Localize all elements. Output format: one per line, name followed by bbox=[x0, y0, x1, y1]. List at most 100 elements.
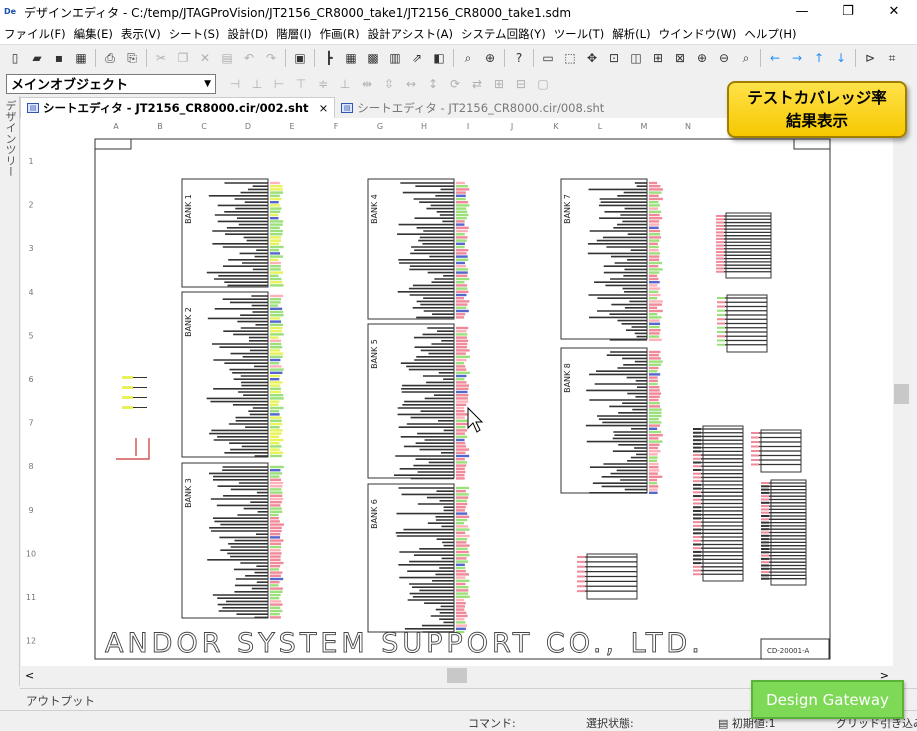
output-tab[interactable]: アウトプット bbox=[26, 694, 95, 708]
component-icon[interactable]: ▣ bbox=[291, 49, 309, 67]
check-icon[interactable]: ◧ bbox=[430, 49, 448, 67]
sheet-canvas[interactable]: ABCDEFGHIJKLMN 1 2 3 4 5 6 7 8 9 10 11 12 BANK 1 BAN… bbox=[21, 118, 893, 666]
tab-sheet-008[interactable]: ▤ シートエディタ - JT2156_CR8000.cir/008.sht bbox=[335, 97, 610, 118]
menu-design[interactable]: 設計(D) bbox=[223, 26, 272, 42]
copy-icon[interactable]: ❐ bbox=[174, 49, 192, 67]
coverage-marker bbox=[716, 228, 724, 231]
align-center-icon[interactable]: ⊥ bbox=[248, 75, 266, 93]
zoom-icon[interactable]: ⌕ bbox=[737, 49, 755, 67]
close-button[interactable]: ✕ bbox=[871, 0, 917, 24]
tab-close-icon[interactable]: × bbox=[319, 101, 329, 115]
menu-file[interactable]: ファイル(F) bbox=[0, 26, 70, 42]
find-net-icon[interactable]: ⊕ bbox=[481, 49, 499, 67]
vertical-scrollbar[interactable] bbox=[893, 118, 910, 666]
object-select[interactable]: メインオブジェクト ▼ bbox=[6, 73, 216, 94]
pin-icon[interactable]: ⊳ bbox=[861, 49, 879, 67]
menu-view[interactable]: 表示(V) bbox=[117, 26, 165, 42]
paste-icon[interactable]: ▤ bbox=[218, 49, 236, 67]
new-file-icon[interactable]: ▯ bbox=[6, 49, 24, 67]
delete-icon[interactable]: ✕ bbox=[196, 49, 214, 67]
schematic-sheet[interactable]: ABCDEFGHIJKLMN 123456789101112 BANK 1BAN… bbox=[21, 118, 893, 666]
distribute-h-icon[interactable]: ⇹ bbox=[358, 75, 376, 93]
column-label: C bbox=[201, 122, 207, 131]
find-icon[interactable]: ⌕ bbox=[459, 49, 477, 67]
align-middle-icon[interactable]: ≑ bbox=[314, 75, 332, 93]
menu-draw[interactable]: 作画(R) bbox=[316, 26, 364, 42]
menu-hierarchy[interactable]: 階層(I) bbox=[272, 26, 315, 42]
zoom-window-icon[interactable]: ◫ bbox=[627, 49, 645, 67]
menu-system-circuit[interactable]: システム回路(Y) bbox=[457, 26, 550, 42]
restore-button[interactable]: ❐ bbox=[825, 0, 871, 24]
row-label: 8 bbox=[28, 462, 33, 471]
grid-icon[interactable]: ▩ bbox=[364, 49, 382, 67]
menu-help[interactable]: ヘルプ(H) bbox=[740, 26, 800, 42]
design-tree-tab[interactable]: デザインツリー bbox=[2, 100, 18, 190]
print-icon[interactable]: ⎙ bbox=[101, 49, 119, 67]
redo-icon[interactable]: ↷ bbox=[262, 49, 280, 67]
hierarchy-icon[interactable]: ┣ bbox=[320, 49, 338, 67]
arrow-up-icon[interactable]: ↑ bbox=[810, 49, 828, 67]
arrow-left-icon[interactable]: ← bbox=[766, 49, 784, 67]
move-icon[interactable]: ✥ bbox=[583, 49, 601, 67]
coverage-marker bbox=[649, 217, 663, 220]
table-icon[interactable]: ▦ bbox=[342, 49, 360, 67]
menu-analysis[interactable]: 解析(L) bbox=[608, 26, 654, 42]
flip-icon[interactable]: ⇄ bbox=[468, 75, 486, 93]
area-select-icon[interactable]: ⬚ bbox=[561, 49, 579, 67]
zoom-fit-icon[interactable]: ⊡ bbox=[605, 49, 623, 67]
open-folder-icon[interactable]: ▰ bbox=[28, 49, 46, 67]
coverage-marker bbox=[456, 563, 465, 566]
coverage-marker bbox=[270, 210, 281, 213]
coverage-marker bbox=[270, 229, 283, 233]
coverage-marker bbox=[270, 358, 281, 362]
zoom-out-icon[interactable]: ⊖ bbox=[715, 49, 733, 67]
column-label: I bbox=[467, 122, 469, 131]
help-icon[interactable]: ? bbox=[510, 49, 528, 67]
arrow-right-icon[interactable]: → bbox=[788, 49, 806, 67]
coverage-marker bbox=[456, 550, 469, 554]
cut-icon[interactable]: ✂ bbox=[152, 49, 170, 67]
bank-label: BANK 6 bbox=[370, 499, 379, 529]
print-preview-icon[interactable]: ⎘ bbox=[123, 49, 141, 67]
vertical-scroll-thumb[interactable] bbox=[894, 384, 909, 404]
align-bottom-icon[interactable]: ⊥ bbox=[336, 75, 354, 93]
zoom-area-icon[interactable]: ⊞ bbox=[649, 49, 667, 67]
coverage-marker bbox=[751, 450, 759, 452]
snap-grid-icon[interactable]: ⌗ bbox=[883, 49, 901, 67]
undo-icon[interactable]: ↶ bbox=[240, 49, 258, 67]
group-icon[interactable]: ⊞ bbox=[490, 75, 508, 93]
align-right-icon[interactable]: ⊢ bbox=[270, 75, 288, 93]
horizontal-scroll-thumb[interactable] bbox=[447, 668, 467, 683]
align-top-icon[interactable]: ⊤ bbox=[292, 75, 310, 93]
menu-design-assist[interactable]: 設計アシスト(A) bbox=[364, 26, 457, 42]
arrow-down-icon[interactable]: ↓ bbox=[832, 49, 850, 67]
export-icon[interactable]: ⇗ bbox=[408, 49, 426, 67]
frame-icon[interactable]: ▢ bbox=[534, 75, 552, 93]
coverage-marker bbox=[270, 552, 282, 555]
same-width-icon[interactable]: ↔ bbox=[402, 75, 420, 93]
column-label: E bbox=[289, 122, 294, 131]
report-icon[interactable]: ▥ bbox=[386, 49, 404, 67]
align-left-icon[interactable]: ⊣ bbox=[226, 75, 244, 93]
distribute-v-icon[interactable]: ⇳ bbox=[380, 75, 398, 93]
coverage-marker bbox=[649, 277, 659, 281]
ungroup-icon[interactable]: ⊟ bbox=[512, 75, 530, 93]
zoom-in-icon[interactable]: ⊕ bbox=[693, 49, 711, 67]
coverage-marker bbox=[649, 389, 660, 392]
scroll-left-icon[interactable]: < bbox=[25, 669, 34, 682]
menu-sheet[interactable]: シート(S) bbox=[165, 26, 224, 42]
tab-sheet-002[interactable]: ▤ シートエディタ - JT2156_CR8000.cir/002.sht × bbox=[20, 97, 336, 118]
same-height-icon[interactable]: ↕ bbox=[424, 75, 442, 93]
menu-window[interactable]: ウインドウ(W) bbox=[655, 26, 741, 42]
menu-tools[interactable]: ツール(T) bbox=[550, 26, 609, 42]
rotate-icon[interactable]: ⟳ bbox=[446, 75, 464, 93]
zoom-full-icon[interactable]: ⊠ bbox=[671, 49, 689, 67]
tab-label: シートエディタ - JT2156_CR8000.cir/008.sht bbox=[357, 100, 605, 115]
menu-edit[interactable]: 編集(E) bbox=[70, 26, 117, 42]
minimize-button[interactable]: — bbox=[779, 0, 825, 24]
select-icon[interactable]: ▭ bbox=[539, 49, 557, 67]
coverage-marker bbox=[270, 281, 283, 284]
save-all-icon[interactable]: ▦ bbox=[72, 49, 90, 67]
coverage-marker bbox=[456, 313, 466, 316]
save-icon[interactable]: ▪ bbox=[50, 49, 68, 67]
